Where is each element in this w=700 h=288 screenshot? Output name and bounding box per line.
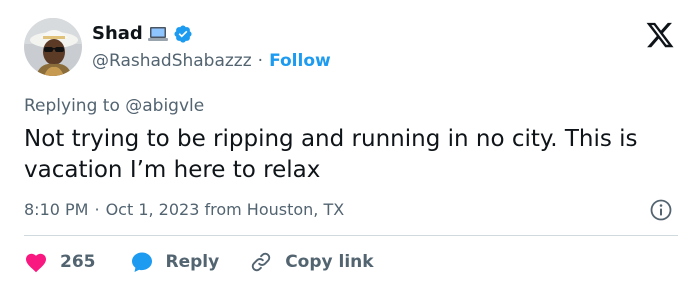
reply-label: Reply xyxy=(165,252,220,272)
replying-to-mention[interactable]: @abigvle xyxy=(125,96,204,116)
tweet-text: Not trying to be ripping and running in … xyxy=(24,126,638,183)
handle-separator: · xyxy=(257,51,264,71)
reply-bubble-icon xyxy=(130,250,154,274)
tweet-date-location[interactable]: Oct 1, 2023 from Houston, TX xyxy=(106,199,345,221)
tweet-time[interactable]: 8:10 PM xyxy=(24,199,88,221)
like-button[interactable]: 265 xyxy=(24,251,96,273)
tweet-card: Shad @RashadShabazzz · Follow Replying t… xyxy=(0,0,700,288)
reply-button[interactable]: Reply xyxy=(130,250,220,274)
laptop-icon xyxy=(147,25,169,43)
heart-icon xyxy=(24,251,48,273)
replying-to: Replying to @abigvle xyxy=(24,95,204,117)
info-icon[interactable] xyxy=(649,198,673,222)
x-logo-icon[interactable] xyxy=(645,20,675,50)
like-count: 265 xyxy=(60,252,96,272)
tweet-actions: 265 Reply Copy link xyxy=(24,248,374,276)
follow-button[interactable]: Follow xyxy=(269,50,331,72)
verified-badge-icon xyxy=(173,24,193,44)
divider xyxy=(24,235,678,236)
author-name-row: Shad xyxy=(92,22,193,46)
tweet-meta: 8:10 PM · Oct 1, 2023 from Houston, TX xyxy=(24,199,344,221)
replying-to-prefix: Replying to xyxy=(24,96,120,116)
display-name[interactable]: Shad xyxy=(92,22,143,46)
copy-link-label: Copy link xyxy=(285,252,374,272)
avatar[interactable] xyxy=(24,18,82,76)
author-handle-row: @RashadShabazzz · Follow xyxy=(92,50,331,72)
meta-separator: · xyxy=(94,200,100,219)
copy-link-button[interactable]: Copy link xyxy=(249,250,374,274)
link-icon xyxy=(249,250,273,274)
author-handle[interactable]: @RashadShabazzz xyxy=(92,50,252,72)
